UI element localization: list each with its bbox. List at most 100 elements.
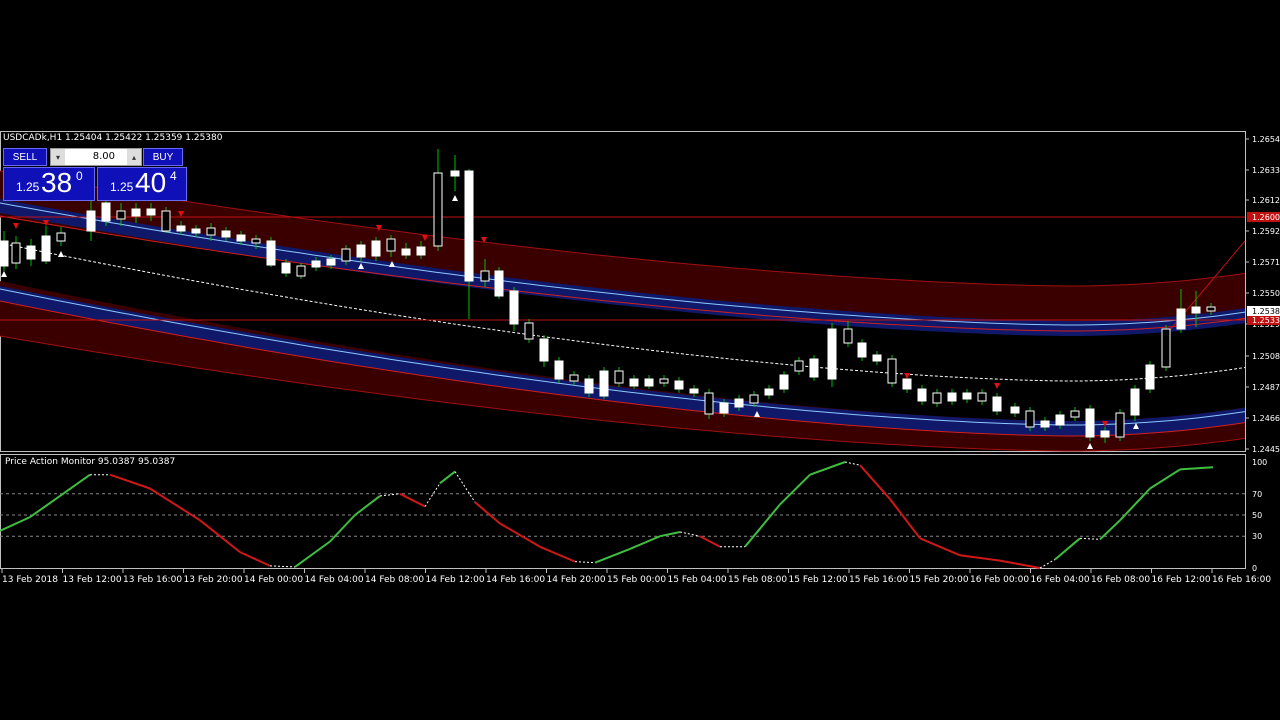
candle-body bbox=[827, 328, 837, 380]
oscillator-segment bbox=[744, 503, 781, 548]
candle-body bbox=[689, 388, 699, 394]
candle-body bbox=[857, 342, 867, 358]
candle-body bbox=[131, 208, 141, 217]
time-axis-label: 13 Feb 20:00 bbox=[184, 575, 243, 585]
candle-body bbox=[161, 210, 171, 232]
candle-body bbox=[887, 358, 897, 384]
price-axis-label: 1.25500 bbox=[1252, 289, 1280, 298]
candle-body bbox=[599, 370, 609, 397]
time-axis-label: 13 Feb 16:00 bbox=[123, 575, 182, 585]
candle-body bbox=[1010, 406, 1020, 414]
candle-body bbox=[614, 370, 624, 384]
oscillator-segment bbox=[959, 554, 1001, 562]
candle-body bbox=[236, 234, 246, 242]
candle-body bbox=[629, 378, 639, 387]
oscillator-segment bbox=[1119, 487, 1151, 521]
price-level-tag-2-label: 1.25330 bbox=[1252, 316, 1280, 325]
time-axis-label: 14 Feb 20:00 bbox=[547, 575, 606, 585]
oscillator-segment bbox=[539, 545, 576, 563]
time-axis-label: 15 Feb 12:00 bbox=[789, 575, 848, 585]
candle-body bbox=[947, 392, 957, 402]
price-axis-label: 1.25920 bbox=[1252, 227, 1280, 236]
lot-decrease-icon[interactable]: ▾ bbox=[51, 149, 65, 165]
candle-body bbox=[11, 242, 21, 264]
buy-signal-arrow-icon bbox=[1, 271, 7, 277]
time-axis-label: 14 Feb 12:00 bbox=[426, 575, 485, 585]
time-axis-label: 14 Feb 04:00 bbox=[305, 575, 364, 585]
time-axis-label: 16 Feb 12:00 bbox=[1152, 575, 1211, 585]
sell-price-button[interactable]: 1.25 38 0 bbox=[3, 167, 95, 201]
candle-body bbox=[221, 230, 231, 238]
buy-signal-arrow-icon bbox=[58, 251, 64, 257]
candle-body bbox=[809, 358, 819, 378]
oscillator-segment bbox=[1149, 468, 1181, 490]
candle-body bbox=[191, 228, 201, 234]
candle-body bbox=[719, 402, 729, 414]
candle-body bbox=[1070, 410, 1080, 418]
price-axis-label: 1.26335 bbox=[1252, 166, 1280, 175]
oscillator-segment bbox=[659, 530, 681, 538]
candle-body bbox=[1161, 328, 1171, 368]
sell-signal-arrow-icon bbox=[13, 223, 19, 229]
indicator-axis-label: 100 bbox=[1252, 458, 1267, 467]
time-axis-label: 15 Feb 20:00 bbox=[910, 575, 969, 585]
candle-body bbox=[26, 245, 36, 260]
candle-body bbox=[56, 232, 66, 242]
indicator-axis-label: 50 bbox=[1252, 511, 1262, 520]
buy-price-button[interactable]: 1.25 40 4 bbox=[97, 167, 187, 201]
candle-body bbox=[1191, 306, 1201, 314]
candle-body bbox=[992, 396, 1002, 412]
oscillator-segment bbox=[474, 501, 501, 525]
oscillator-segment bbox=[779, 474, 811, 506]
candle-body bbox=[539, 338, 549, 362]
lot-size-field[interactable]: ▾ 8.00 ▴ bbox=[50, 148, 142, 166]
oscillator-segment bbox=[919, 537, 961, 557]
oscillator-segment bbox=[499, 522, 541, 548]
oscillator-segment bbox=[574, 561, 596, 564]
time-axis-label: 14 Feb 08:00 bbox=[365, 575, 424, 585]
oscillator-segment bbox=[439, 470, 456, 484]
oscillator-segment bbox=[149, 487, 201, 522]
sell-button[interactable]: SELL bbox=[3, 148, 47, 166]
candle-body bbox=[1115, 412, 1125, 438]
price-axis-label: 1.24455 bbox=[1252, 445, 1280, 454]
oscillator-segment bbox=[239, 551, 271, 567]
candle-body bbox=[1176, 308, 1186, 330]
candle-body bbox=[872, 354, 882, 362]
candle-body bbox=[266, 240, 276, 266]
candle-body bbox=[206, 227, 216, 236]
buy-signal-arrow-icon bbox=[452, 195, 458, 201]
candle-body bbox=[450, 170, 460, 177]
buy-button[interactable]: BUY bbox=[143, 148, 183, 166]
oscillator-segment bbox=[29, 495, 61, 518]
lot-increase-icon[interactable]: ▴ bbox=[127, 149, 141, 165]
oscillator-segment bbox=[1179, 466, 1214, 471]
candle-body bbox=[480, 270, 490, 282]
candle-body bbox=[932, 392, 942, 404]
price-axis-label: 1.24665 bbox=[1252, 414, 1280, 423]
candle-body bbox=[749, 394, 759, 404]
time-axis-label: 14 Feb 16:00 bbox=[486, 575, 545, 585]
oscillator-segment bbox=[1079, 537, 1101, 540]
oscillator-segment bbox=[454, 471, 476, 503]
bid-prefix: 1.25 bbox=[16, 180, 40, 194]
candle-body bbox=[433, 172, 443, 247]
chart-window[interactable]: 1.265451.263351.261251.259201.257101.255… bbox=[0, 131, 1280, 587]
candle-body bbox=[644, 378, 654, 387]
oscillator-segment bbox=[59, 473, 91, 497]
time-axis-label: 13 Feb 12:00 bbox=[63, 575, 122, 585]
time-axis-label: 16 Feb 16:00 bbox=[1212, 575, 1271, 585]
current-price-label: 1.25380 bbox=[1252, 307, 1280, 316]
candle-body bbox=[524, 322, 534, 340]
candle-body bbox=[146, 208, 156, 216]
candle-body bbox=[1100, 430, 1110, 438]
oscillator-segment bbox=[594, 547, 631, 564]
ask-pips: 40 bbox=[135, 167, 167, 198]
oscillator-segment bbox=[294, 540, 331, 568]
candle-body bbox=[296, 265, 306, 277]
price-axis-label: 1.24875 bbox=[1252, 383, 1280, 392]
candle-body bbox=[674, 380, 684, 390]
oscillator-segment bbox=[424, 482, 441, 507]
candle-body bbox=[176, 225, 186, 232]
symbol-header: USDCADk,H1 1.25404 1.25422 1.25359 1.253… bbox=[3, 133, 223, 143]
